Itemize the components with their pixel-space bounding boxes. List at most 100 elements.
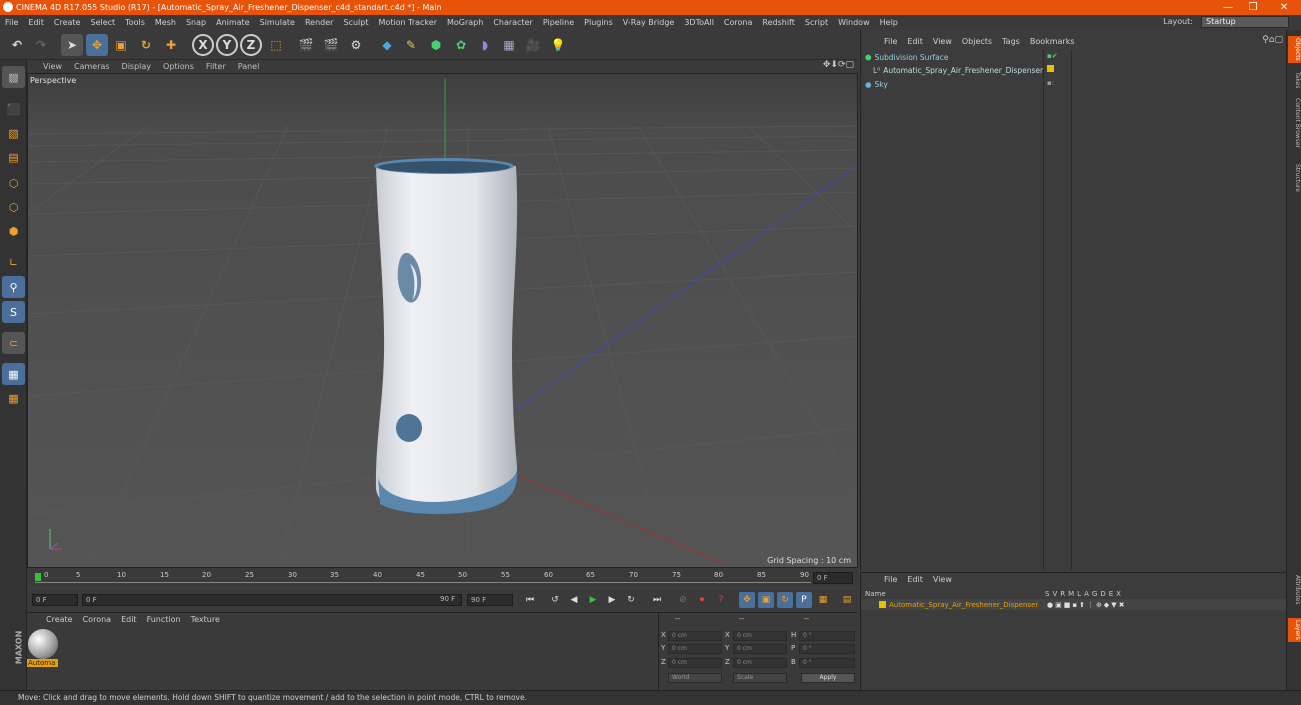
render-view-icon[interactable]: 🎬 [295,34,317,56]
menu-animate[interactable]: Animate [211,18,255,27]
viewport-menu-panel[interactable]: Panel [232,62,266,71]
previous-frame-icon[interactable]: ◀ [566,592,582,608]
autokey-icon[interactable]: ⏺ [694,592,710,608]
material-name-label[interactable]: Automa [27,659,58,667]
layer-menu-view[interactable]: View [928,575,957,584]
viewport-menu-filter[interactable]: Filter [200,62,232,71]
tab-structure[interactable]: Structure [1288,164,1301,192]
visibility-check-icon[interactable]: ▪✔ [1047,52,1058,60]
menu-snap[interactable]: Snap [181,18,211,27]
render-picture-viewer-icon[interactable]: 🎬 [320,34,342,56]
layer-menu-edit[interactable]: Edit [902,575,928,584]
tab-objects[interactable]: Objects [1288,36,1301,63]
deformer-icon[interactable]: ◗ [474,34,496,56]
scale-tool-icon[interactable]: ▣ [110,34,132,56]
tab-takes[interactable]: Takes [1288,72,1301,88]
menu-script[interactable]: Script [800,18,833,27]
end-frame-field[interactable]: 90 F [467,594,513,606]
size-z-field[interactable]: 0 cm [733,658,787,668]
menu-select[interactable]: Select [85,18,120,27]
previous-key-icon[interactable]: ↺ [547,592,563,608]
camera-icon[interactable]: 🎥 [522,34,544,56]
array-icon[interactable]: ✿ [450,34,472,56]
size-y-field[interactable]: 0 cm [733,644,787,654]
layer-row[interactable]: Automatic_Spray_Air_Freshener_Dispenser … [861,599,1287,610]
go-to-end-icon[interactable]: ⏭ [649,592,665,608]
go-to-start-icon[interactable]: ⏮ [522,592,538,608]
tab-attributes[interactable]: Attributes [1288,575,1301,605]
move-tool-icon[interactable]: ✥ [86,34,108,56]
play-icon[interactable]: ▶ [585,592,601,608]
object-search-icons[interactable]: ⚲⌂▢ [1262,35,1283,45]
keyframe-selection-icon[interactable]: ? [713,592,729,608]
edges-mode-icon[interactable]: ⬡ [2,196,25,218]
z-axis-lock-icon[interactable]: Z [240,34,262,56]
pen-spline-icon[interactable]: ✎ [400,34,422,56]
make-editable-icon[interactable]: ▩ [2,66,25,88]
render-settings-icon[interactable]: ⚙ [345,34,367,56]
magnet-icon[interactable]: ⊂ [2,332,25,354]
frame-range-slider[interactable]: 0 F [82,594,462,606]
menu-file[interactable]: File [0,18,23,27]
viewport-nav-icons[interactable]: ✥⬇⟳▢ [823,60,854,70]
viewport-menu-cameras[interactable]: Cameras [68,62,116,71]
menu-plugins[interactable]: Plugins [579,18,618,27]
start-frame-field[interactable]: 0 F [32,594,78,606]
layer-color-swatch[interactable] [1047,65,1054,72]
object-menu-objects[interactable]: Objects [957,37,997,46]
menu-simulate[interactable]: Simulate [255,18,300,27]
record-icon[interactable]: ⊘ [675,592,691,608]
position-z-field[interactable]: 0 cm [668,658,722,668]
position-x-field[interactable]: 0 cm [668,631,722,641]
menu-create[interactable]: Create [49,18,86,27]
apply-button[interactable]: Apply [801,673,855,683]
rotation-h-field[interactable]: 0 ° [799,631,855,641]
size-x-field[interactable]: 0 cm [733,631,787,641]
rotation-b-field[interactable]: 0 ° [799,658,855,668]
material-menu-texture[interactable]: Texture [186,615,225,624]
key-rotation-icon[interactable]: ↻ [777,592,793,608]
restore-button[interactable]: ❐ [1238,0,1268,15]
material-menu-create[interactable]: Create [41,615,78,624]
axis-mode-icon[interactable]: ∟ [2,251,25,273]
cube-primitive-icon[interactable]: ◆ [376,34,398,56]
quantize-icon[interactable]: ▦ [2,387,25,409]
menu-window[interactable]: Window [833,18,875,27]
material-menu-edit[interactable]: Edit [116,615,142,624]
material-menu-function[interactable]: Function [142,615,186,624]
menu-3dtoall[interactable]: 3DToAll [679,18,719,27]
next-frame-icon[interactable]: ▶ [604,592,620,608]
menu-motion-tracker[interactable]: Motion Tracker [373,18,442,27]
key-parameter-icon[interactable]: P [796,592,812,608]
texture-mode-icon[interactable]: ▧ [2,122,25,144]
menu-help[interactable]: Help [875,18,903,27]
tab-layers[interactable]: Layers [1288,618,1301,642]
object-row[interactable]: ● Sky [865,78,888,90]
workplane-mode-icon[interactable]: ▤ [2,146,25,168]
timeline-window-icon[interactable]: ▤ [839,592,855,608]
last-tool-icon[interactable]: ✚ [160,34,182,56]
viewport-menu-display[interactable]: Display [116,62,158,71]
key-position-icon[interactable]: ✥ [739,592,755,608]
object-menu-bookmarks[interactable]: Bookmarks [1025,37,1080,46]
tab-content-browser[interactable]: Content Browser [1288,98,1301,148]
layer-color-swatch[interactable] [879,601,886,608]
3d-viewport[interactable]: Perspective Grid Spacing : 10 cm [27,73,858,568]
menu-corona[interactable]: Corona [719,18,757,27]
close-button[interactable]: ✕ [1269,0,1299,15]
viewport-camera-label[interactable]: Perspective [30,76,76,85]
menu-tools[interactable]: Tools [120,18,150,27]
points-mode-icon[interactable]: ⬡ [2,172,25,194]
timeline-ruler[interactable]: 0 5 10 15 20 25 30 35 40 45 50 55 60 65 … [27,568,858,586]
size-mode-dropdown[interactable]: Scale [733,673,787,683]
snap-icon[interactable]: S [2,301,25,323]
playhead-marker[interactable] [35,573,41,581]
x-axis-lock-icon[interactable]: X [192,34,214,56]
material-menu-corona[interactable]: Corona [78,615,116,624]
y-axis-lock-icon[interactable]: Y [216,34,238,56]
viewport-menu-options[interactable]: Options [157,62,200,71]
menu-vray-bridge[interactable]: V-Ray Bridge [618,18,680,27]
layer-menu-file[interactable]: File [879,575,902,584]
layout-dropdown[interactable]: Startup [1201,16,1289,28]
model-mode-icon[interactable]: ⬛ [2,98,25,120]
